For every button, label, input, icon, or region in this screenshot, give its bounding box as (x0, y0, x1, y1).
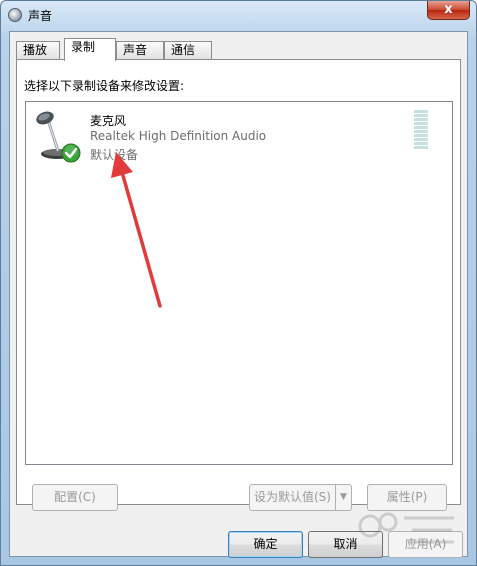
set-default-button[interactable]: 设为默认值(S) ▼ (249, 484, 352, 511)
tab-communications[interactable]: 通信 (164, 41, 212, 59)
list-item-microphone[interactable]: 麦克风 Realtek High Definition Audio 默认设备 (26, 102, 452, 172)
properties-button[interactable]: 属性(P) (367, 484, 447, 511)
input-level-meter (414, 110, 428, 150)
recording-device-list[interactable]: 麦克风 Realtek High Definition Audio 默认设备 (25, 101, 453, 465)
device-status: 默认设备 (90, 148, 139, 162)
tab-playback[interactable]: 播放 (16, 41, 60, 59)
device-name: 麦克风 (90, 114, 127, 128)
chevron-down-icon[interactable]: ▼ (335, 485, 351, 510)
apply-button[interactable]: 应用(A) (388, 531, 463, 558)
recording-tab-panel: 选择以下录制设备来修改设置: 麦克风 Realtek High Definiti… (16, 59, 461, 505)
ok-button[interactable]: 确定 (228, 531, 303, 558)
tab-recording[interactable]: 录制 (64, 38, 116, 61)
tab-sounds[interactable]: 声音 (116, 41, 164, 59)
device-driver: Realtek High Definition Audio (90, 129, 267, 143)
dialog-client-area: 播放 录制 声音 通信 选择以下录制设备来修改设置: 麦克风 Realtek H… (9, 31, 468, 558)
cancel-button[interactable]: 取消 (308, 531, 383, 558)
checkmark-icon (61, 143, 81, 163)
sound-dialog-window: 声音 x 播放 录制 声音 通信 选择以下录制设备来修改设置: 麦克风 Real… (0, 0, 477, 566)
panel-instruction: 选择以下录制设备来修改设置: (24, 79, 185, 93)
speaker-app-icon (8, 8, 22, 22)
set-default-label: 设为默认值(S) (254, 490, 331, 504)
close-button[interactable]: x (427, 1, 470, 20)
window-title: 声音 (28, 9, 53, 23)
configure-button[interactable]: 配置(C) (32, 484, 118, 511)
title-bar[interactable]: 声音 x (1, 1, 476, 31)
